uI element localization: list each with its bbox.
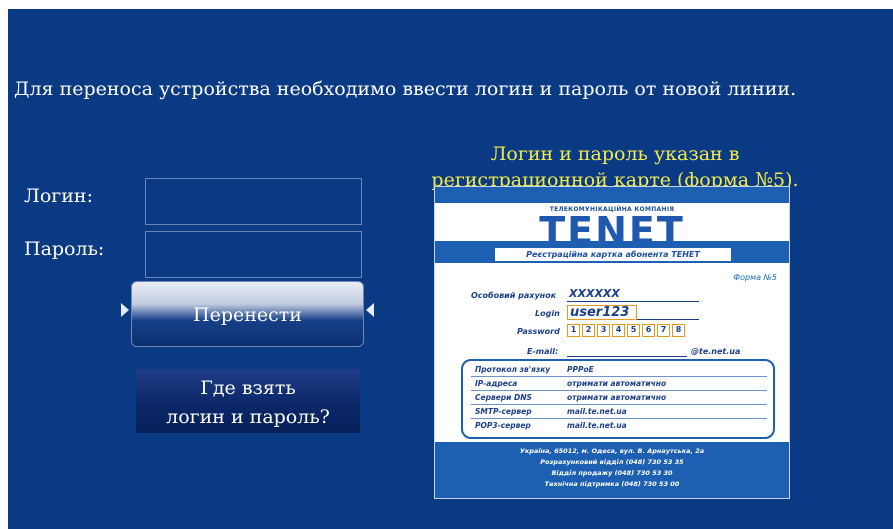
footer-support: Технічна підтримка (048) 730 53 00 [544, 480, 680, 488]
info-label: POP3-сервер [475, 421, 531, 430]
password-digit: 5 [627, 324, 640, 337]
info-value: mail.te.net.ua [567, 407, 627, 416]
card-title: Реєстраційна картка абонента ТЕНЕТ [495, 248, 731, 261]
info-label: Протокол зв'язку [475, 365, 551, 374]
card-login-label: Login [535, 309, 560, 318]
card-password-label: Password [517, 327, 560, 336]
info-label: IP-адреса [475, 379, 518, 388]
card-login-value: user123 [567, 305, 637, 320]
card-email-line [567, 356, 687, 357]
help-button-line-1: Где взять [200, 377, 296, 399]
info-divider [471, 376, 767, 377]
instruction-text: Для переноса устройства необходимо ввест… [14, 78, 797, 100]
left-pointer-icon [121, 303, 129, 317]
card-account-value: XXXXXX [569, 287, 620, 300]
help-button-line-2: логин и пароль? [166, 406, 330, 428]
card-account-line [567, 301, 699, 302]
info-divider [471, 418, 767, 419]
card-form-number: Форма №5 [733, 273, 777, 282]
right-pointer-icon [366, 303, 374, 317]
password-digit: 1 [567, 324, 580, 337]
registration-card-image: ТЕЛЕКОМУНІКАЦІЙНА КОМПАНІЯ TENET Реєстра… [434, 186, 790, 499]
info-divider [471, 404, 767, 405]
card-email-label: E-mail: [527, 347, 559, 356]
password-digit: 3 [597, 324, 610, 337]
card-password-cells: 1 2 3 4 5 6 7 8 [567, 324, 685, 337]
footer-address: Україна, 65012, м. Одеса, вул. В. Арнаут… [519, 447, 705, 455]
footer-billing: Розрахунковий відділ (048) 730 53 35 [540, 458, 684, 466]
info-label: Сервери DNS [475, 393, 532, 402]
card-login-line [637, 319, 699, 320]
password-digit: 4 [612, 324, 625, 337]
info-value: mail.te.net.ua [567, 421, 627, 430]
info-divider [471, 390, 767, 391]
password-label: Пароль: [24, 238, 105, 260]
transfer-button[interactable]: Перенести [131, 281, 364, 347]
where-to-get-credentials-button[interactable]: Где взять логин и пароль? [136, 369, 360, 433]
card-account-label: Особовий рахунок [471, 291, 557, 300]
hint-line-1: Логин и пароль указан в [490, 143, 740, 165]
card-email-domain: @te.net.ua [691, 347, 741, 356]
password-digit: 2 [582, 324, 595, 337]
password-digit: 7 [657, 324, 670, 337]
info-value: отримати автоматично [567, 379, 667, 388]
info-label: SMTP-сервер [475, 407, 532, 416]
info-value: PPPoE [567, 365, 594, 374]
login-label: Логин: [24, 185, 93, 207]
password-digit: 6 [642, 324, 655, 337]
info-value: отримати автоматично [567, 393, 667, 402]
footer-sales: Відділ продажу (048) 730 53 30 [551, 469, 673, 477]
login-input[interactable] [145, 178, 362, 225]
card-top-band [435, 187, 789, 203]
password-input[interactable] [145, 231, 362, 278]
password-digit: 8 [672, 324, 685, 337]
